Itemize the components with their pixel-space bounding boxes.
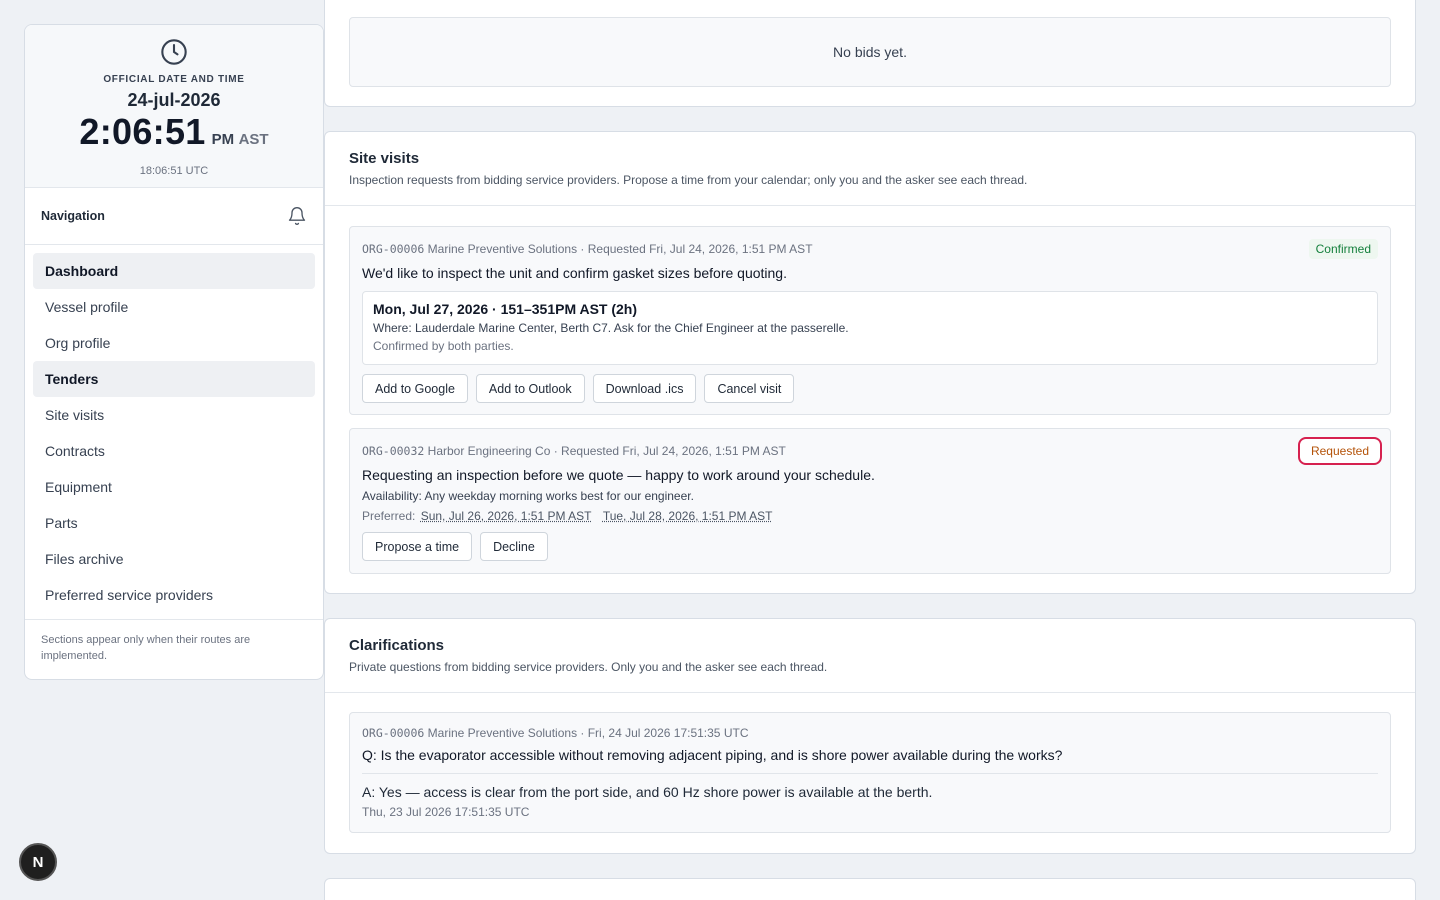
preferred-date: Sun, Jul 26, 2026, 1:51 PM AST [420, 509, 592, 523]
decline-button[interactable]: Decline [480, 532, 548, 561]
nav-item-tenders[interactable]: Tenders [33, 361, 315, 397]
nav-item-files-archive[interactable]: Files archive [33, 541, 315, 577]
add-to-outlook-button[interactable]: Add to Outlook [475, 374, 585, 403]
nav-item-site-visits[interactable]: Site visits [33, 397, 315, 433]
visit-meta: ORG-00032 Harbor Engineering Co · Reques… [362, 443, 1378, 459]
clock-time: 2:06:51 [79, 111, 206, 152]
clarifications-card: Clarifications Private questions from bi… [324, 618, 1416, 854]
clock-utc: 18:06:51 UTC [139, 165, 209, 177]
clarification-answer: A: Yes — access is clear from the port s… [362, 784, 933, 800]
cancel-visit-button[interactable]: Cancel visit [704, 374, 795, 403]
sidebar-note: Sections appear only when their routes a… [41, 634, 251, 662]
visit-slot: Mon, Jul 27, 2026 · 151–351PM AST (2h) W… [362, 291, 1378, 365]
nav-item-dashboard[interactable]: Dashboard [33, 253, 315, 289]
slot-location: Where: Lauderdale Marine Center, Berth C… [373, 321, 849, 335]
slot-confirmation: Confirmed by both parties. [373, 339, 514, 353]
nav-item-vessel-profile[interactable]: Vessel profile [33, 289, 315, 325]
nav-header: Navigation [25, 188, 323, 245]
bids-card: No bids yet. [324, 0, 1416, 107]
clarification-thread: ORG-00006 Marine Preventive Solutions · … [349, 712, 1391, 833]
visit-availability: Availability: Any weekday morning works … [362, 489, 694, 503]
visit-item: ORG-00032 Harbor Engineering Co · Reques… [349, 428, 1391, 574]
clarifications-header: Clarifications Private questions from bi… [325, 619, 1415, 693]
visit-actions: Propose a time Decline [362, 532, 1378, 561]
clock-time-row: 2:06:51 PM AST [25, 113, 323, 159]
visit-meta: ORG-00006 Marine Preventive Solutions · … [362, 241, 1378, 257]
org-id: ORG-00006 [362, 726, 425, 740]
nav-title: Navigation [41, 209, 105, 223]
status-badge: Requested [1297, 437, 1382, 465]
site-visits-header: Site visits Inspection requests from bid… [325, 132, 1415, 206]
nav-item-contracts[interactable]: Contracts [33, 433, 315, 469]
divider [362, 773, 1378, 774]
visit-actions: Add to Google Add to Outlook Download .i… [362, 374, 1378, 403]
site-visits-title: Site visits [349, 150, 420, 167]
org-id: ORG-00006 [362, 242, 425, 256]
slot-title: Mon, Jul 27, 2026 · 151–351PM AST (2h) [373, 301, 638, 317]
clarifications-title: Clarifications [349, 637, 445, 654]
answer-date: Thu, 23 Jul 2026 17:51:35 UTC [362, 805, 530, 819]
preferred-date: Tue, Jul 28, 2026, 1:51 PM AST [602, 509, 773, 523]
clock-timezone: AST [238, 131, 269, 148]
nav-item-equipment[interactable]: Equipment [33, 469, 315, 505]
visit-item: ORG-00006 Marine Preventive Solutions · … [349, 226, 1391, 415]
dev-tools-badge[interactable]: N [19, 843, 57, 881]
nav-item-preferred-service-providers[interactable]: Preferred service providers [33, 577, 315, 613]
clarification-meta: ORG-00006 Marine Preventive Solutions · … [362, 725, 1378, 741]
clock-date: 24-jul-2026 [127, 90, 221, 110]
visit-meta-text: Marine Preventive Solutions · Requested … [427, 242, 813, 256]
org-id: ORG-00032 [362, 444, 425, 458]
clock-ampm: PM [211, 131, 235, 148]
status-badge: Confirmed [1308, 239, 1378, 259]
download-ics-button[interactable]: Download .ics [592, 374, 697, 403]
visit-message: Requesting an inspection before we quote… [362, 467, 875, 483]
clarification-question: Q: Is the evaporator accessible without … [362, 747, 1063, 763]
sidebar: OFFICIAL DATE AND TIME 24-jul-2026 2:06:… [24, 24, 324, 680]
clarification-meta-text: Marine Preventive Solutions · Fri, 24 Ju… [427, 726, 749, 740]
visit-preferred: Preferred: Sun, Jul 26, 2026, 1:51 PM AS… [362, 509, 1378, 523]
official-clock: OFFICIAL DATE AND TIME 24-jul-2026 2:06:… [25, 25, 323, 188]
no-bids-message: No bids yet. [349, 17, 1391, 87]
visit-meta-text: Harbor Engineering Co · Requested Fri, J… [427, 444, 786, 458]
clock-title: OFFICIAL DATE AND TIME [103, 74, 245, 85]
clarifications-subtitle: Private questions from bidding service p… [349, 660, 828, 674]
site-visits-card: Site visits Inspection requests from bid… [324, 131, 1416, 594]
bell-icon[interactable] [287, 206, 307, 226]
preferred-label: Preferred: [362, 509, 416, 523]
nav-item-parts[interactable]: Parts [33, 505, 315, 541]
nav-item-org-profile[interactable]: Org profile [33, 325, 315, 361]
next-section-card [324, 878, 1416, 900]
visit-message: We'd like to inspect the unit and confir… [362, 265, 787, 281]
add-to-google-button[interactable]: Add to Google [362, 374, 468, 403]
propose-time-button[interactable]: Propose a time [362, 532, 473, 561]
clock-icon [161, 39, 187, 65]
nav-list: Dashboard Vessel profile Org profile Ten… [25, 245, 323, 620]
site-visits-subtitle: Inspection requests from bidding service… [349, 173, 1028, 187]
